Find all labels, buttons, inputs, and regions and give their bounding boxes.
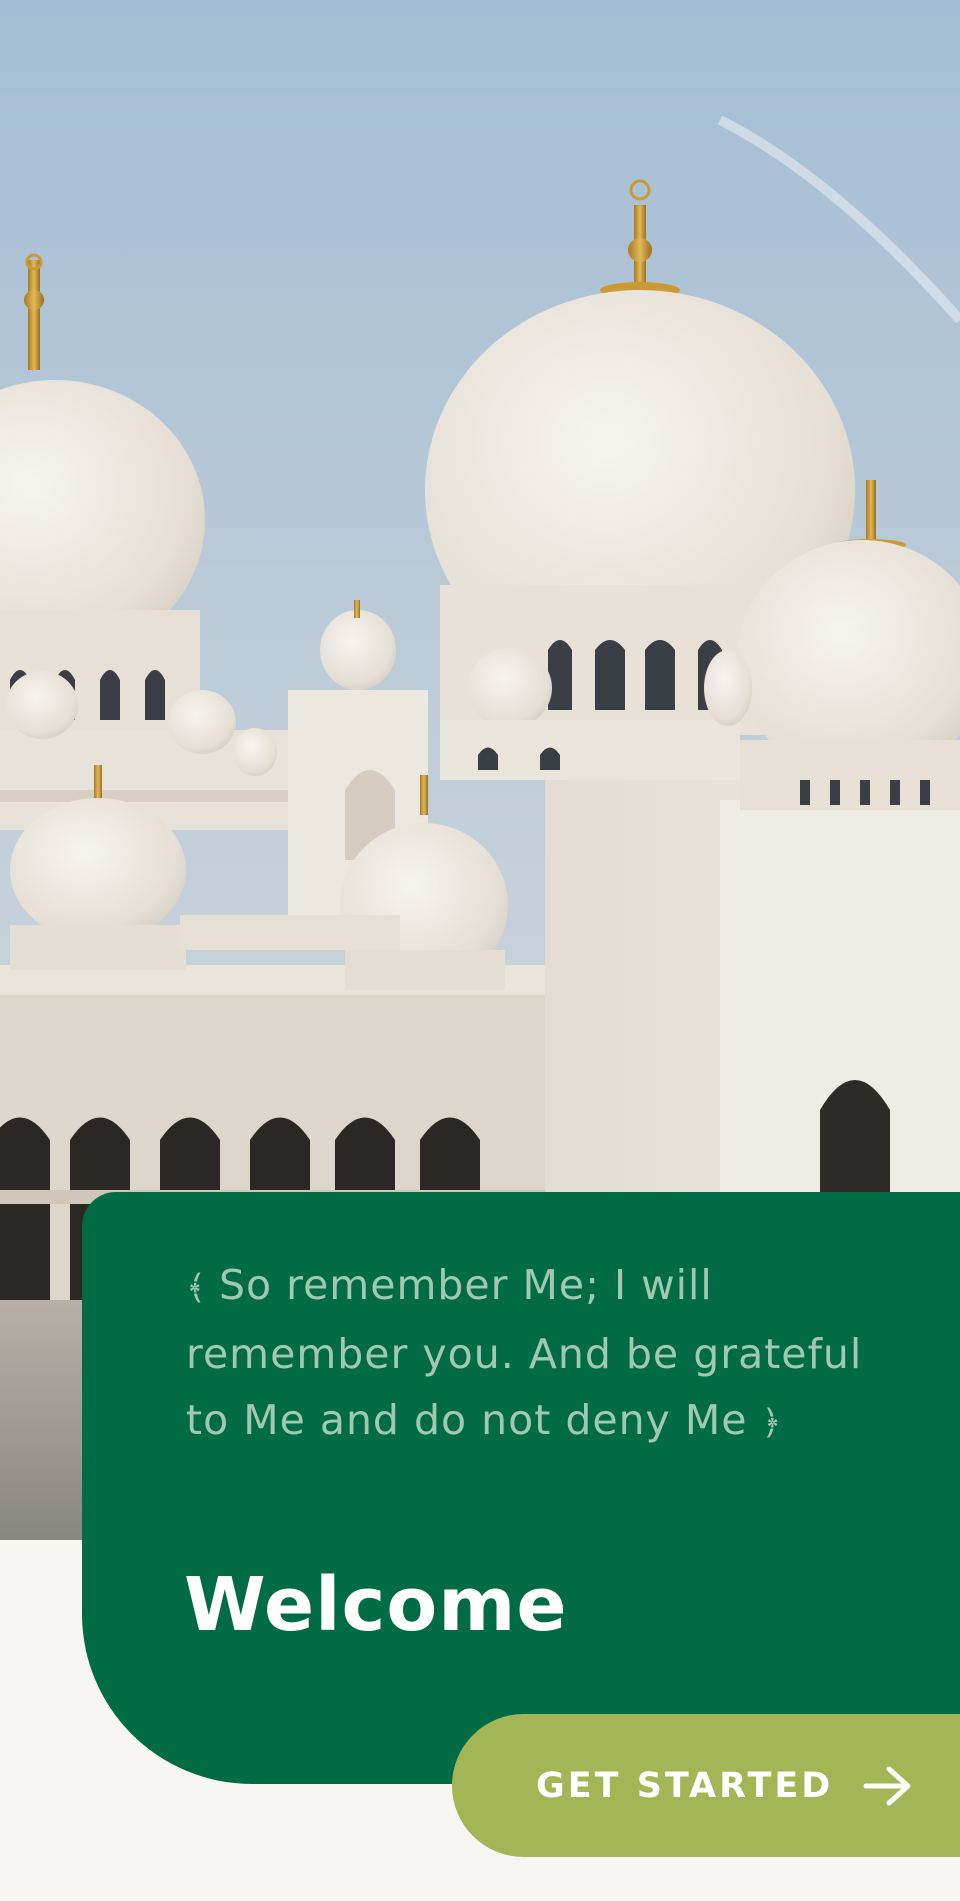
arrow-right-icon bbox=[863, 1766, 911, 1805]
get-started-button[interactable]: GET STARTED bbox=[452, 1714, 960, 1857]
page-title: Welcome bbox=[184, 1562, 568, 1648]
get-started-label: GET STARTED bbox=[536, 1765, 834, 1806]
quran-quote: ﴾ So remember Me; I will remember you. A… bbox=[186, 1252, 866, 1456]
welcome-card: ﴾ So remember Me; I will remember you. A… bbox=[82, 1192, 960, 1784]
quote-open-bracket: ﴾ bbox=[186, 1268, 206, 1308]
quote-close-bracket: ﴿ bbox=[761, 1403, 782, 1443]
